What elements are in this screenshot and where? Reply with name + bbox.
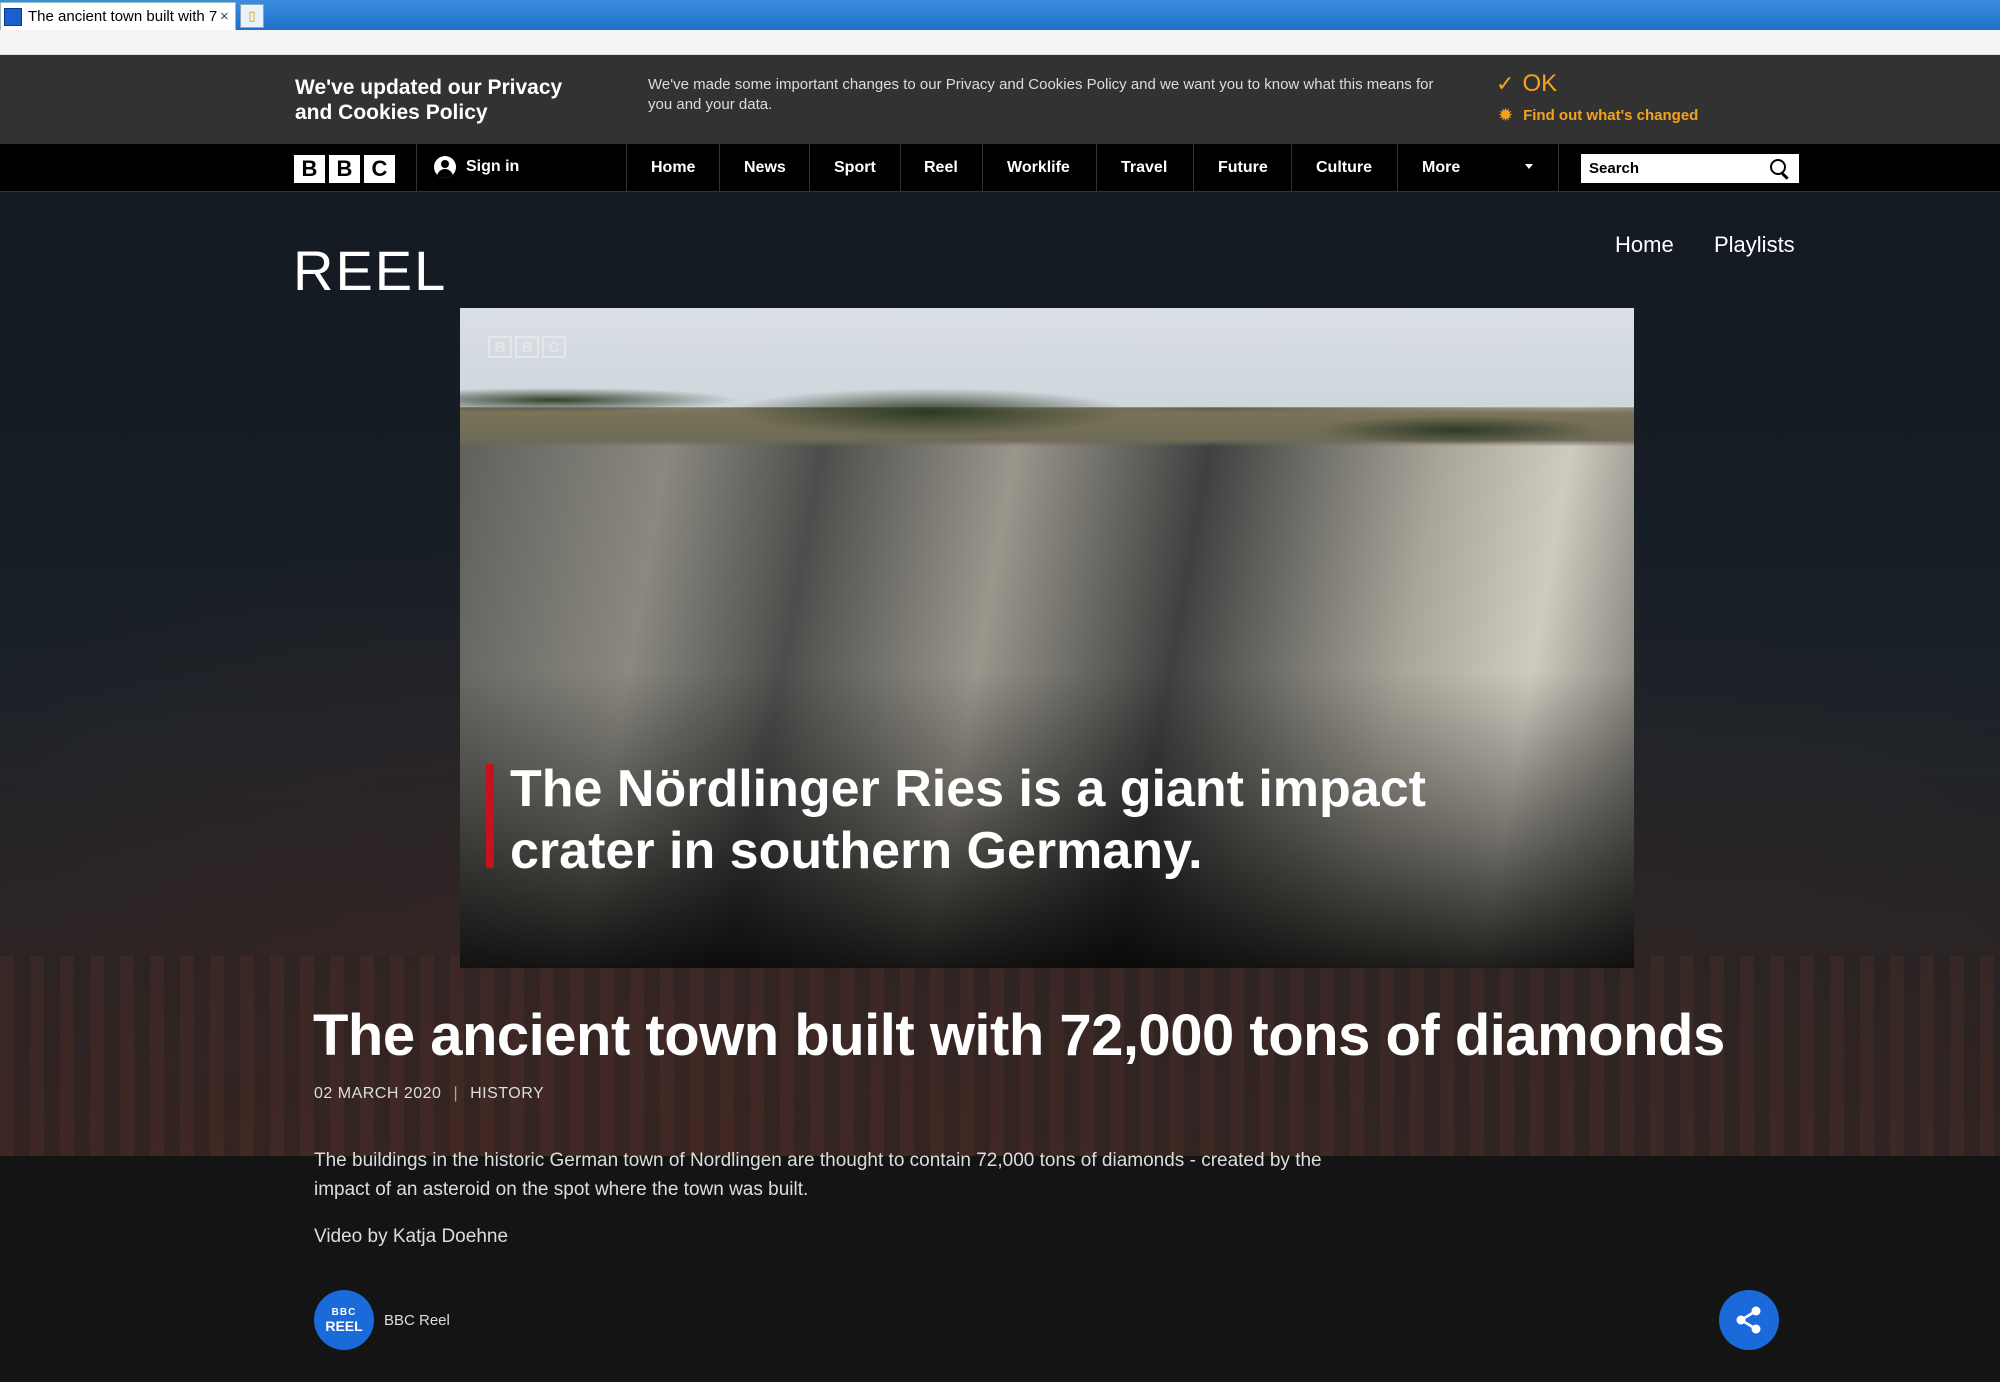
bbc-logo-letter: B [294, 155, 325, 183]
article-meta: 02 MARCH 2020 | HISTORY [314, 1085, 544, 1103]
nav-home[interactable]: Home [651, 144, 695, 192]
nav-divider [719, 144, 720, 192]
video-caption: The Nördlinger Ries is a giant impact cr… [510, 760, 1426, 880]
nav-sport[interactable]: Sport [834, 144, 876, 192]
search-input[interactable]: Search [1581, 154, 1799, 183]
gear-icon: ✹ [1498, 105, 1514, 125]
signin-label: Sign in [466, 158, 520, 175]
watermark-letter: B [488, 336, 512, 358]
new-tab-icon: ▯ [248, 8, 256, 23]
nav-divider [900, 144, 901, 192]
share-button[interactable] [1719, 1290, 1779, 1350]
privacy-title: We've updated our Privacy and Cookies Po… [295, 76, 563, 124]
bbc-reel-avatar: BBC REEL [314, 1290, 374, 1350]
nav-divider [626, 144, 627, 192]
nav-news[interactable]: News [744, 144, 786, 192]
privacy-more-label: Find out what's changed [1523, 107, 1699, 124]
bbc-watermark: B B C [488, 336, 566, 358]
chevron-down-icon[interactable] [1525, 164, 1533, 169]
nav-future[interactable]: Future [1218, 144, 1268, 192]
nav-divider [416, 144, 417, 192]
nav-culture[interactable]: Culture [1316, 144, 1372, 192]
nav-divider [982, 144, 983, 192]
article-date: 02 MARCH 2020 [314, 1085, 442, 1102]
bbc-logo[interactable]: B B C [294, 155, 395, 183]
browser-toolbar [0, 30, 2000, 55]
bbc-favicon-icon [4, 7, 22, 26]
browser-tab[interactable]: The ancient town built with 7... × [0, 2, 236, 30]
tab-close-icon[interactable]: × [220, 8, 229, 25]
article-category[interactable]: HISTORY [470, 1085, 544, 1103]
bbc-global-nav: B B C Sign in Home News Sport Reel Workl… [0, 144, 2000, 192]
bbc-logo-letter: C [364, 155, 395, 183]
reel-logo[interactable]: REEL [293, 238, 447, 303]
article-byline: Video by Katja Doehne [314, 1226, 509, 1247]
video-player[interactable]: B B C The Nördlinger Ries is a giant imp… [460, 308, 1634, 968]
privacy-ok-button[interactable]: ✓ OK [1496, 70, 1557, 98]
hero-section: REEL Home Playlists B B C The Nördlinger… [0, 192, 2000, 1156]
nav-divider [1193, 144, 1194, 192]
nav-divider [1291, 144, 1292, 192]
privacy-more-link[interactable]: ✹ Find out what's changed [1498, 105, 1698, 126]
new-tab-button[interactable]: ▯ [240, 4, 264, 28]
channel-name: BBC Reel [384, 1311, 450, 1329]
signin-link[interactable]: Sign in [434, 156, 519, 178]
nav-divider [1096, 144, 1097, 192]
privacy-banner: We've updated our Privacy and Cookies Po… [0, 55, 2000, 144]
badge-bbc: BBC [331, 1306, 357, 1318]
tab-title: The ancient town built with 7... [28, 8, 218, 25]
nav-more[interactable]: More [1422, 144, 1460, 192]
article-headline: The ancient town built with 72,000 tons … [313, 1003, 1725, 1068]
privacy-text: We've made some important changes to our… [648, 76, 1434, 113]
channel-link[interactable]: BBC REEL BBC Reel [314, 1290, 450, 1350]
share-icon [1736, 1306, 1761, 1334]
watermark-letter: C [542, 336, 566, 358]
user-icon [434, 156, 456, 178]
caption-accent-bar [486, 764, 494, 868]
nav-divider [1397, 144, 1398, 192]
search-icon[interactable] [1769, 158, 1791, 180]
nav-worklife[interactable]: Worklife [1007, 144, 1070, 192]
nav-divider [809, 144, 810, 192]
nav-travel[interactable]: Travel [1121, 144, 1167, 192]
meta-separator: | [453, 1085, 459, 1102]
checkmark-icon: ✓ [1496, 71, 1515, 96]
reel-home-link[interactable]: Home [1615, 232, 1674, 258]
nav-divider [1558, 144, 1559, 192]
search-label: Search [1589, 160, 1640, 177]
nav-reel[interactable]: Reel [924, 144, 958, 192]
article-description: The buildings in the historic German tow… [314, 1150, 1322, 1200]
badge-reel: REEL [325, 1317, 363, 1334]
privacy-ok-label: OK [1522, 70, 1558, 97]
reel-playlists-link[interactable]: Playlists [1714, 232, 1795, 258]
bbc-logo-letter: B [329, 155, 360, 183]
browser-tab-bar: The ancient town built with 7... × ▯ [0, 0, 2000, 30]
watermark-letter: B [515, 336, 539, 358]
